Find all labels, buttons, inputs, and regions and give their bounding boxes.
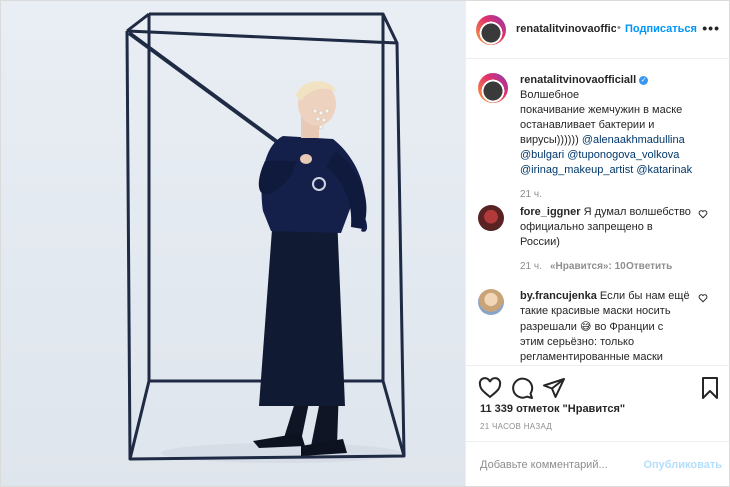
separator-dot: • <box>617 22 621 34</box>
author-avatar[interactable] <box>476 15 506 45</box>
caption: renatalitvinovaofficiall ✓ Волшебное пок… <box>478 73 722 200</box>
comment-line: во Франции с <box>594 321 664 333</box>
bookmark-icon[interactable] <box>698 376 722 400</box>
caption-line4: вирусы)))))) <box>520 134 582 146</box>
caption-time[interactable]: 21 ч. <box>520 189 542 200</box>
comment-time[interactable]: 21 ч. <box>520 261 542 272</box>
comment-line: разрешали <box>520 321 577 333</box>
caption-avatar[interactable] <box>478 73 508 103</box>
caption-line3: останавливает бактерии и <box>520 119 655 131</box>
comment-item: by.francujenka Если бы нам ещё такие кра… <box>478 289 722 365</box>
share-icon[interactable] <box>542 376 566 400</box>
comment-like-heart-icon[interactable] <box>698 293 708 303</box>
post-photo[interactable] <box>1 1 465 486</box>
more-horizontal-icon[interactable]: ••• <box>702 20 720 36</box>
comments-list: renatalitvinovaofficiall ✓ Волшебное пок… <box>466 59 729 365</box>
post-header: renatalitvinovaoffici • Подписаться ••• <box>466 1 729 59</box>
mention-link[interactable]: @irinag_makeup_artist <box>520 164 633 176</box>
comment-line: этим серьёзно: только <box>520 336 635 348</box>
sweat-smile-emoji-icon: 😅 <box>579 320 592 333</box>
comment-icon[interactable] <box>510 376 534 400</box>
comment-text: fore_iggner Я думал волшебство официальн… <box>520 205 710 250</box>
mention-link[interactable]: @tuponogova_volkova <box>567 149 679 161</box>
comment-text: by.francujenka Если бы нам ещё такие кра… <box>520 289 710 365</box>
mention-link[interactable]: @katarinak <box>636 164 692 176</box>
verified-badge-icon: ✓ <box>639 75 649 85</box>
comment-like-heart-icon[interactable] <box>698 209 708 219</box>
caption-line1: Волшебное <box>520 89 580 101</box>
commenter-avatar[interactable] <box>478 205 504 231</box>
photo-illustration <box>125 12 406 463</box>
commenter-avatar[interactable] <box>478 289 504 315</box>
comment-input[interactable]: Добавьте комментарий... <box>480 459 650 471</box>
likes-count[interactable]: 11 339 отметок "Нравится" <box>480 403 625 415</box>
comment-line: официально запрещено в <box>520 221 653 233</box>
post-sidebar: renatalitvinovaoffici • Подписаться ••• … <box>465 1 729 486</box>
commenter-username[interactable]: fore_iggner <box>520 206 581 218</box>
caption-line2: покачивание жемчужин в маске <box>520 104 683 116</box>
caption-text: renatalitvinovaofficiall ✓ Волшебное пок… <box>520 73 710 178</box>
post-time[interactable]: 21 часов назад <box>480 422 552 431</box>
publish-button[interactable]: Опубликовать <box>643 459 722 471</box>
follow-button[interactable]: Подписаться <box>625 23 697 35</box>
commenter-username[interactable]: by.francujenka <box>520 290 597 302</box>
comment-likes[interactable]: «Нравится»: 10 <box>550 261 626 272</box>
mention-link[interactable]: @bulgari <box>520 149 564 161</box>
comment-line: России) <box>520 236 560 248</box>
comment-item: fore_iggner Я думал волшебство официальн… <box>478 205 722 275</box>
comment-line: Если бы нам ещё <box>599 290 690 302</box>
mention-link[interactable]: @alenaakhmadullina <box>582 134 685 146</box>
caption-username[interactable]: renatalitvinovaofficiall <box>520 74 636 86</box>
comment-line: регламентированные маски <box>520 351 663 363</box>
reply-button[interactable]: Ответить <box>626 261 672 272</box>
add-comment-bar: Добавьте комментарий... Опубликовать <box>466 441 729 486</box>
comment-line: Я думал волшебство <box>583 206 691 218</box>
instagram-post-modal: renatalitvinovaoffici • Подписаться ••• … <box>0 0 730 487</box>
heart-icon[interactable] <box>478 376 502 400</box>
author-username[interactable]: renatalitvinovaoffici <box>516 23 616 35</box>
comment-line: такие красивые маски носить <box>520 305 671 317</box>
